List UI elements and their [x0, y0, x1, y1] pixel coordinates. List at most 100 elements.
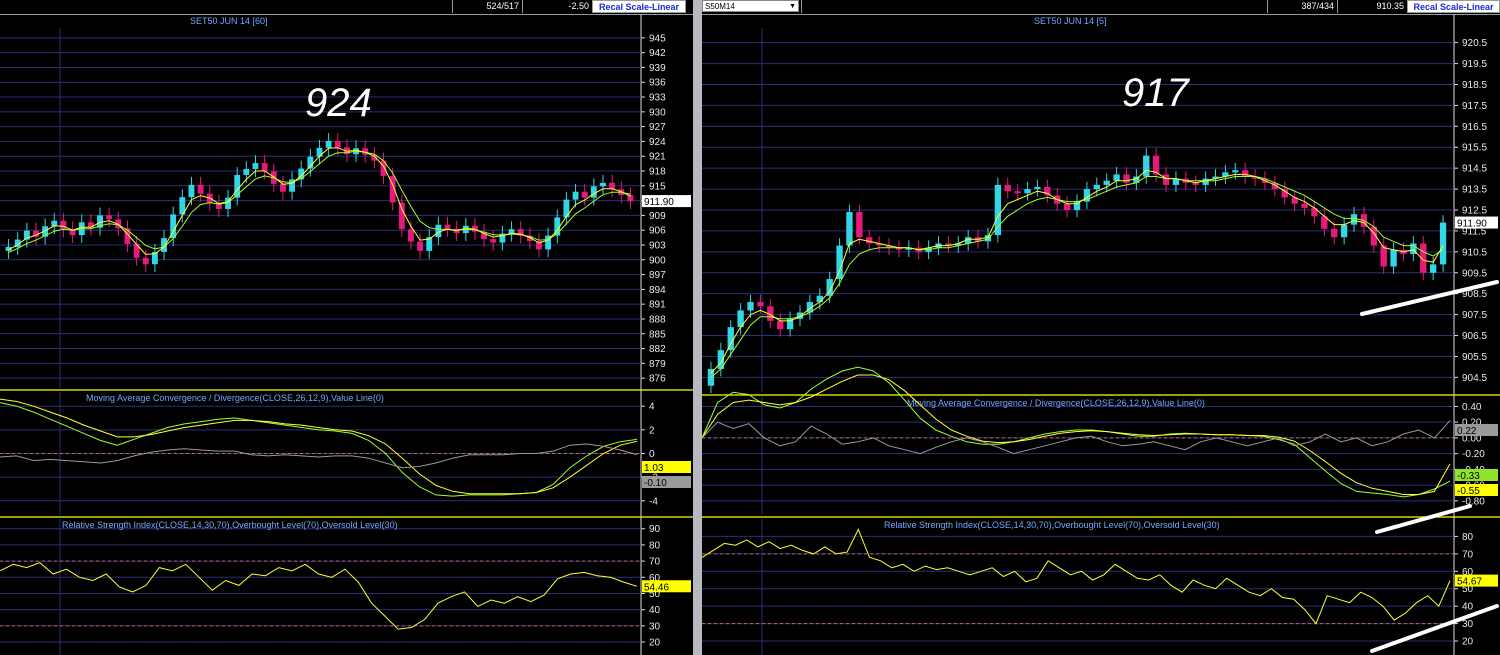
- candle-body: [197, 184, 204, 194]
- axis-tick-label: 876: [649, 374, 666, 385]
- axis-tick-label: 80: [1462, 532, 1474, 543]
- candle-body: [1143, 155, 1150, 177]
- left-bar-range-cell: 524/517: [452, 0, 522, 13]
- macd-histogram-line: [702, 420, 1451, 455]
- axis-tick-label: 924: [649, 137, 666, 148]
- axis-tick-label: 915.5: [1462, 143, 1487, 154]
- trend-line-annotation: [1375, 504, 1472, 534]
- candle-body: [1232, 170, 1239, 173]
- axis-tick-label: 917.5: [1462, 101, 1487, 112]
- candle-body: [1113, 174, 1120, 181]
- candle-body: [1380, 245, 1387, 267]
- axis-tick-label: 20: [649, 638, 661, 649]
- right-toolbar-spacer: [801, 0, 1267, 13]
- right-recal-scale-button[interactable]: Recal Scale-Linear: [1407, 0, 1500, 13]
- candle-body: [1123, 174, 1130, 183]
- rsi-pane-title: Relative Strength Index(CLOSE,14,30,70),…: [62, 520, 398, 530]
- axis-tick-label: 894: [649, 285, 666, 296]
- axis-tick-label: 900: [649, 255, 666, 266]
- axis-tick-label: 40: [1462, 602, 1474, 613]
- candle-body: [1439, 222, 1447, 265]
- axis-tick-label: 915: [649, 181, 666, 192]
- axis-tick-label: 905.5: [1462, 352, 1487, 363]
- left-change-cell: -2.50: [522, 0, 592, 13]
- axis-tick-label: 920.5: [1462, 38, 1487, 49]
- rsi-pane-title: Relative Strength Index(CLOSE,14,30,70),…: [884, 520, 1220, 530]
- axis-tick-label: 906.5: [1462, 331, 1487, 342]
- axis-tick-label: -4: [649, 496, 658, 507]
- axis-tick-label: 912.5: [1462, 206, 1487, 217]
- macd-pane-title: Moving Average Convergence / Divergence(…: [907, 398, 1205, 408]
- axis-tick-label: 942: [649, 48, 666, 59]
- right-chart-svg[interactable]: 920.5 919.5 918.5 917.5 916.5 915.5 914.5 913.5…: [702, 14, 1500, 655]
- candle-body: [435, 224, 442, 238]
- panel-divider[interactable]: [693, 0, 702, 655]
- axis-tick-label: 909.5: [1462, 268, 1487, 279]
- symbol-select[interactable]: S50M14 ▼: [702, 0, 799, 12]
- candle-body: [261, 163, 268, 172]
- axis-tick-label: 30: [649, 621, 661, 632]
- candle-body: [1073, 201, 1081, 210]
- axis-tick-label: 927: [649, 122, 666, 133]
- axis-tick-label: 945: [649, 33, 666, 44]
- left-recal-scale-button[interactable]: Recal Scale-Linear: [592, 0, 686, 13]
- last-price-badge-label: 911.90: [1457, 219, 1487, 230]
- axis-tick-label: 910.5: [1462, 247, 1487, 258]
- axis-tick-label: 891: [649, 300, 666, 311]
- candle-body: [1331, 228, 1338, 238]
- rsi-value-badge-label: 54.67: [1457, 577, 1482, 588]
- candle-body: [1202, 178, 1209, 185]
- price-annotation: 917: [1122, 71, 1190, 115]
- candle-body: [1103, 180, 1110, 185]
- axis-tick-label: 888: [649, 314, 666, 325]
- candle-body: [1340, 224, 1348, 238]
- axis-tick-label: 40: [649, 605, 661, 616]
- axis-tick-label: 80: [649, 540, 661, 551]
- candle-body: [398, 202, 405, 230]
- candle-body: [334, 140, 341, 148]
- axis-tick-label: 913.5: [1462, 185, 1487, 196]
- candle-body: [757, 302, 764, 307]
- candle-body: [279, 183, 286, 192]
- axis-tick-label: 885: [649, 329, 666, 340]
- candle-body: [1301, 203, 1308, 208]
- candle-body: [747, 302, 754, 311]
- axis-tick-label: 70: [1462, 549, 1474, 560]
- axis-tick-label: 906: [649, 226, 666, 237]
- left-chart-svg[interactable]: 9459429399369339309279249219189159129099…: [0, 14, 693, 655]
- axis-tick-label: 903: [649, 240, 666, 251]
- candle-body: [727, 327, 734, 351]
- macd-histogram-line: [0, 443, 638, 469]
- axis-tick-label: 30: [1462, 619, 1474, 630]
- macd-value-badge-label: 0.22: [1457, 426, 1477, 437]
- candle-body: [1004, 184, 1011, 192]
- candle-body: [590, 186, 597, 198]
- macd-value-badge-label: -0.55: [1457, 486, 1480, 497]
- candle-body: [417, 241, 424, 251]
- axis-tick-label: 919.5: [1462, 59, 1487, 70]
- candle-body: [188, 184, 195, 198]
- macd-pane-title: Moving Average Convergence / Divergence(…: [86, 393, 384, 403]
- macd-value-badge-label: 1.03: [644, 463, 664, 474]
- axis-tick-label: 70: [649, 557, 661, 568]
- candle-body: [1162, 174, 1170, 185]
- axis-tick-label: 882: [649, 344, 666, 355]
- candle-body: [243, 169, 250, 175]
- candle-body: [856, 212, 863, 238]
- axis-tick-label: 4: [649, 402, 655, 413]
- moving-average-slow-line: [8, 150, 631, 253]
- candle-body: [816, 295, 823, 303]
- candle-body: [1024, 189, 1031, 194]
- axis-tick-label: 897: [649, 270, 666, 281]
- axis-tick-label: 909: [649, 211, 666, 222]
- candle-body: [1034, 186, 1041, 190]
- axis-tick-label: 2: [649, 425, 655, 436]
- candle-body: [325, 140, 332, 148]
- axis-tick-label: 914.5: [1462, 164, 1487, 175]
- last-price-badge-label: 911.90: [644, 197, 674, 208]
- candle-body: [846, 212, 853, 246]
- candle-body: [1014, 191, 1021, 194]
- right-last-price-cell: 910.35: [1337, 0, 1407, 13]
- candle-body: [1063, 203, 1071, 210]
- candle-body: [60, 220, 67, 230]
